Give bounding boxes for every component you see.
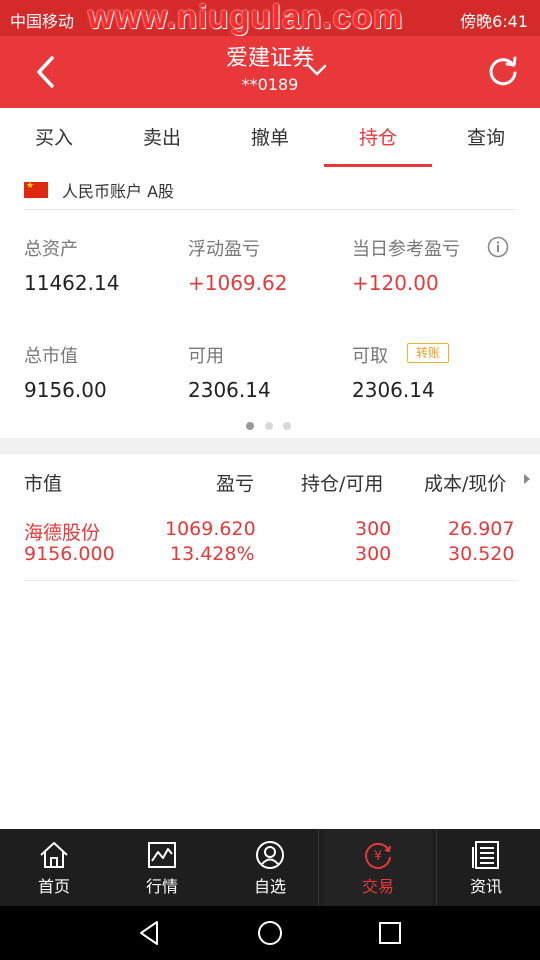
yuan-exchange-icon: ¥ [365,842,391,869]
stock-available: 300 [355,543,392,565]
nav-watchlist[interactable]: 自选 [216,829,324,906]
daily-pnl-label: 当日参考盈亏 [352,239,460,260]
refresh-icon [489,56,517,86]
home-icon [40,842,68,868]
chevron-down-icon[interactable] [306,62,328,78]
active-tab-indicator [324,164,432,167]
market-value-value: 9156.00 [24,378,107,402]
transfer-badge[interactable]: 转账 [407,343,449,363]
nav-trade[interactable]: ¥ 交易 [324,829,432,906]
tab-positions[interactable]: 持仓 [324,108,432,168]
page-dot [265,422,273,430]
svg-text:¥: ¥ [374,849,382,864]
account-number: **0189 [241,75,299,94]
tab-query[interactable]: 查询 [432,108,540,168]
daily-pnl-value: +120.00 [352,271,439,295]
watermark-text: www.niugulan.com [88,0,404,35]
tab-cancel[interactable]: 撤单 [216,108,324,168]
header-pnl: 盈亏 [216,473,255,495]
trade-tabs: 买入 卖出 撤单 持仓 查询 [0,108,540,168]
clock-label: 傍晚6:41 [460,12,528,31]
available-value: 2306.14 [188,378,271,402]
system-nav-bar [0,906,540,960]
news-icon [472,841,499,869]
account-row: ★ 人民币账户 A股 [24,170,516,210]
total-assets-label: 总资产 [24,239,78,260]
market-value-label: 总市值 [24,346,78,367]
user-icon [256,841,284,869]
nav-label: 交易 [361,877,394,896]
section-divider [0,438,540,454]
available-label: 可用 [188,346,224,367]
stock-price: 30.520 [448,543,515,565]
header-market-value: 市值 [24,473,63,495]
stock-market-value: 9156.000 [24,543,115,565]
tab-buy[interactable]: 买入 [0,108,108,168]
float-pnl-value: +1069.62 [188,271,288,295]
tab-sell[interactable]: 卖出 [108,108,216,168]
stock-pnl: 1069.620 [165,518,256,540]
account-label: 人民币账户 A股 [62,182,175,201]
header-cost-price: 成本/现价 [424,473,507,495]
app-header: 爱建证券 **0189 [0,36,540,108]
nav-label: 自选 [253,877,286,896]
info-icon[interactable] [487,236,509,258]
home-circle-icon[interactable] [255,918,285,948]
scroll-right-icon[interactable] [524,474,530,484]
nav-divider [318,829,319,906]
page-dot [283,422,291,430]
recents-square-icon[interactable] [375,918,405,948]
bottom-nav: 首页 行情 自选 ¥ 交易 资讯 [0,829,540,906]
nav-label: 资讯 [469,877,502,896]
stock-position: 300 [355,518,392,540]
stock-name: 海德股份 [24,522,101,544]
header-position: 持仓/可用 [301,473,384,495]
nav-news[interactable]: 资讯 [432,829,540,906]
nav-label: 行情 [145,877,178,896]
page-title: 爱建证券 [225,46,314,71]
float-pnl-label: 浮动盈亏 [188,239,260,260]
nav-market[interactable]: 行情 [108,829,216,906]
page-dot [246,422,254,430]
stock-pnl-pct: 13.428% [170,543,255,565]
status-bar: 中国移动 www.niugulan.com 傍晚6:41 [0,0,540,36]
withdrawable-label: 可取 [352,346,388,367]
row-divider [24,580,516,581]
nav-label: 首页 [37,877,70,896]
withdrawable-value: 2306.14 [352,378,435,402]
carrier-label: 中国移动 [10,12,75,31]
chart-icon [148,842,176,868]
refresh-button[interactable] [486,54,520,88]
china-flag-icon: ★ [24,181,48,198]
back-triangle-icon[interactable] [135,918,165,948]
broker-selector[interactable]: 爱建证券 **0189 [0,44,540,96]
stock-cost: 26.907 [448,518,515,540]
nav-home[interactable]: 首页 [0,829,108,906]
total-assets-value: 11462.14 [24,271,120,295]
